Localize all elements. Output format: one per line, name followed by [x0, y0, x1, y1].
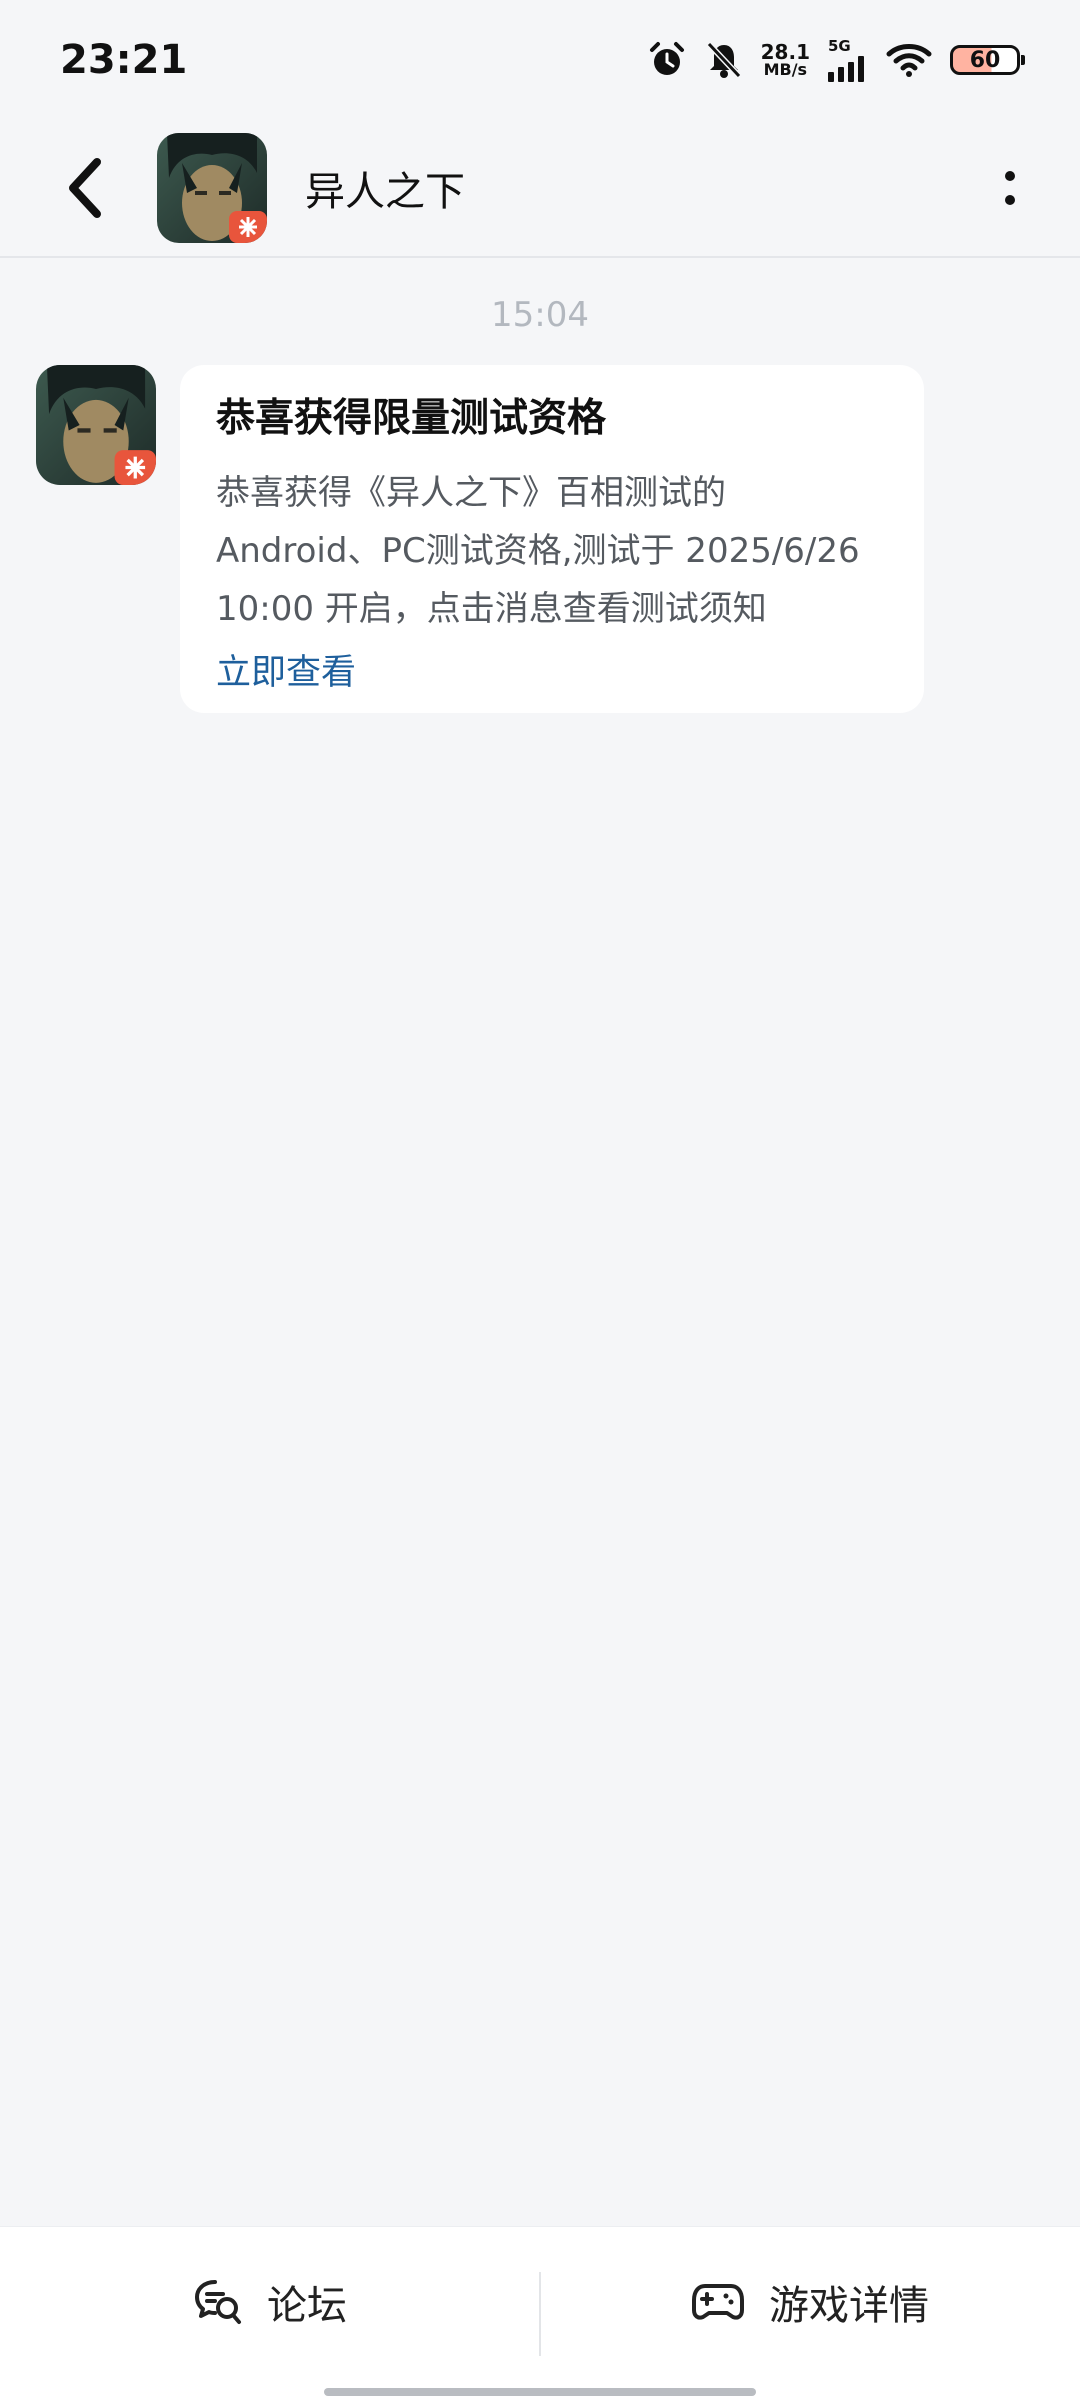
network-speed-value: 28.1	[760, 40, 810, 64]
more-vertical-icon	[1005, 171, 1015, 181]
cellular-signal: 5G	[828, 36, 868, 82]
message-title: 恭喜获得限量测试资格	[216, 396, 607, 441]
more-options-button[interactable]	[990, 148, 1030, 228]
bell-muted-icon	[706, 41, 741, 79]
wifi-icon	[886, 44, 932, 77]
alarm-icon	[649, 42, 684, 75]
status-bar: 23:21 28.1 MB/s 5G 60	[0, 0, 1080, 120]
network-type: 5G	[828, 36, 851, 55]
game-logo-image	[157, 133, 267, 243]
chat-title: 异人之下	[305, 169, 465, 215]
status-time: 23:21	[60, 37, 188, 83]
signal-icon	[828, 55, 864, 82]
chevron-left-icon	[69, 158, 101, 218]
home-indicator[interactable]	[324, 2388, 756, 2396]
forum-chat-icon	[195, 2280, 241, 2324]
back-button[interactable]	[55, 148, 115, 228]
message-card[interactable]: 恭喜获得限量测试资格 恭喜获得《异人之下》百相测试的 Android、PC测试资…	[180, 365, 924, 713]
forum-button[interactable]: 论坛	[0, 2227, 540, 2377]
view-now-link[interactable]: 立即查看	[216, 656, 888, 691]
sender-avatar[interactable]	[36, 365, 156, 485]
chat-header: 异人之下	[0, 120, 1080, 258]
message-timestamp: 15:04	[491, 295, 589, 335]
game-avatar[interactable]	[157, 133, 267, 243]
network-speed-unit: MB/s	[763, 60, 808, 79]
gamepad-icon	[692, 2284, 744, 2320]
battery-icon: 60	[950, 45, 1025, 75]
status-icons: 28.1 MB/s 5G 60	[647, 36, 1025, 82]
game-detail-label: 游戏详情	[769, 2283, 929, 2329]
game-logo-image	[36, 365, 156, 485]
forum-label: 论坛	[267, 2283, 347, 2329]
more-vertical-icon-dot	[1005, 195, 1015, 205]
message-body: 恭喜获得《异人之下》百相测试的 Android、PC测试资格,测试于 2025/…	[216, 473, 860, 629]
bottom-action-bar: 论坛 游戏详情	[0, 2226, 1080, 2400]
battery-level: 60	[969, 47, 1001, 73]
network-speed: 28.1 MB/s	[761, 42, 810, 78]
game-detail-button[interactable]: 游戏详情	[540, 2227, 1080, 2377]
